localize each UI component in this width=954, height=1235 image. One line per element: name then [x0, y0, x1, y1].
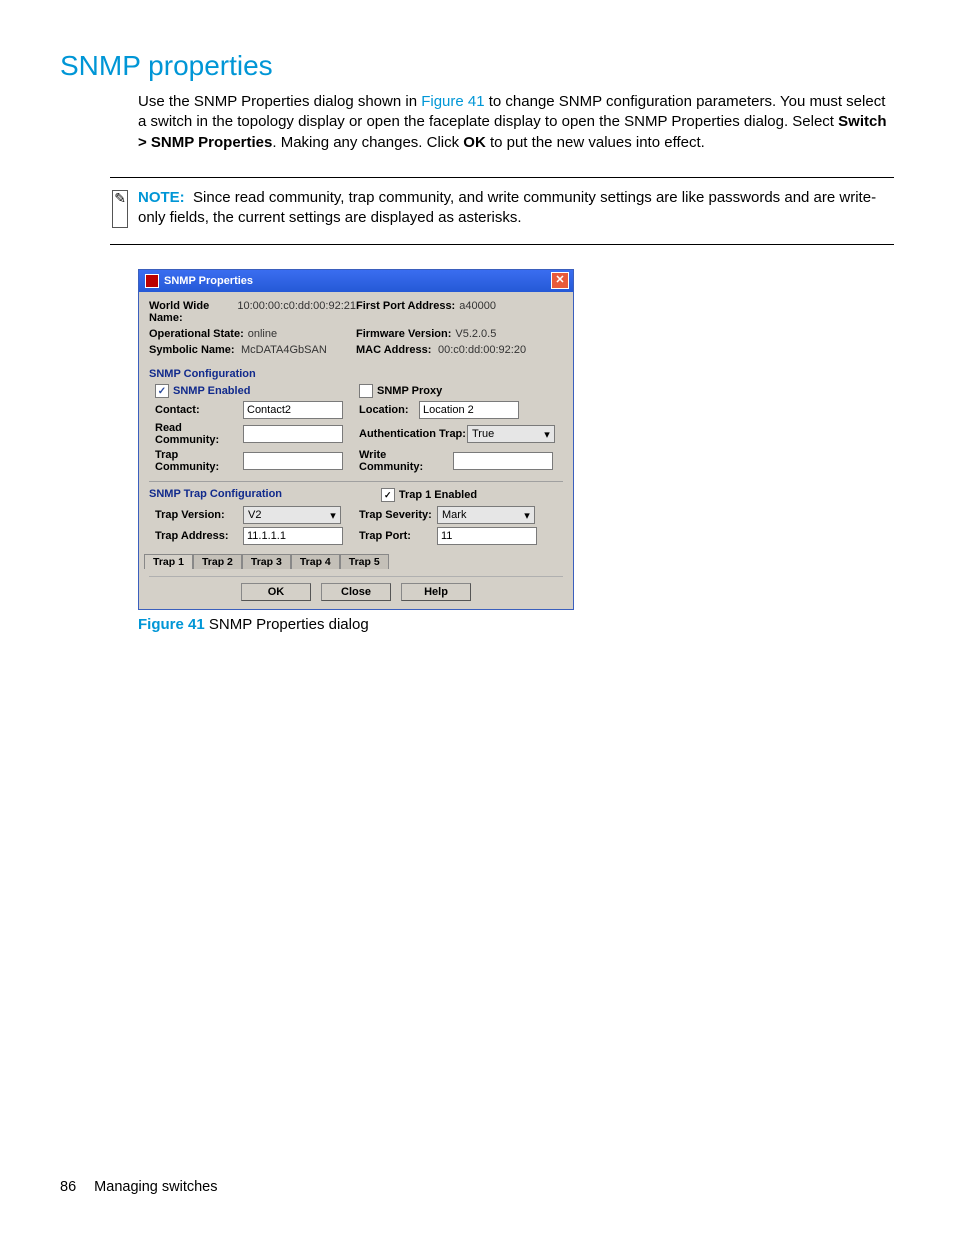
note-icon: ✎: [112, 190, 128, 229]
wwn-label: World Wide Name:: [149, 300, 233, 324]
close-icon[interactable]: ✕: [551, 272, 569, 289]
note-label: NOTE:: [138, 189, 185, 206]
opstate-label: Operational State:: [149, 328, 244, 340]
figure-reference-link[interactable]: Figure 41: [421, 93, 484, 110]
snmp-config-header: SNMP Configuration: [149, 368, 563, 380]
text: Use the SNMP Properties dialog shown in: [138, 93, 421, 110]
mac-value: 00:c0:dd:00:92:20: [438, 344, 526, 356]
page-footer: 86 Managing switches: [60, 1179, 218, 1195]
figure-text: SNMP Properties dialog: [205, 616, 369, 633]
note-block: ✎ NOTE: Since read community, trap commu…: [110, 177, 894, 246]
wwn-value: 10:00:00:c0:dd:00:92:21: [237, 300, 356, 324]
trap1-enabled-label: Trap 1 Enabled: [399, 489, 477, 501]
ok-button[interactable]: OK: [241, 583, 311, 601]
mac-label: MAC Address:: [356, 344, 434, 356]
tab-trap4[interactable]: Trap 4: [291, 554, 340, 569]
trap-community-input[interactable]: [243, 452, 343, 470]
trap-port-label: Trap Port:: [359, 530, 437, 542]
tab-trap5[interactable]: Trap 5: [340, 554, 389, 569]
snmp-proxy-label: SNMP Proxy: [377, 385, 442, 397]
section-heading: SNMP properties: [60, 50, 894, 82]
auth-trap-value: True: [472, 428, 494, 440]
trap-port-input[interactable]: 11: [437, 527, 537, 545]
trap-severity-value: Mark: [442, 509, 466, 521]
tab-trap1[interactable]: Trap 1: [144, 554, 193, 569]
auth-trap-combo[interactable]: True ▾: [467, 425, 555, 443]
trap-address-input[interactable]: 11.1.1.1: [243, 527, 343, 545]
contact-input[interactable]: Contact2: [243, 401, 343, 419]
chevron-down-icon: ▾: [520, 508, 534, 522]
trap1-enabled-checkbox[interactable]: ✓: [381, 488, 395, 502]
trap-tabs: Trap 1 Trap 2 Trap 3 Trap 4 Trap 5: [144, 554, 563, 569]
write-community-input[interactable]: [453, 452, 553, 470]
intro-paragraph: Use the SNMP Properties dialog shown in …: [138, 92, 894, 153]
first-port-label: First Port Address:: [356, 300, 455, 324]
chevron-down-icon: ▾: [540, 427, 554, 441]
text: . Making any changes. Click: [272, 134, 463, 151]
chevron-down-icon: ▾: [326, 508, 340, 522]
note-text: Since read community, trap community, an…: [138, 189, 876, 226]
page-number: 86: [60, 1179, 76, 1195]
close-button[interactable]: Close: [321, 583, 391, 601]
trap-version-label: Trap Version:: [155, 509, 243, 521]
trap-community-label: Trap Community:: [155, 449, 243, 473]
write-community-label: Write Community:: [359, 449, 453, 473]
text: to put the new values into effect.: [486, 134, 705, 151]
trap-version-value: V2: [248, 509, 261, 521]
figure-caption: Figure 41 SNMP Properties dialog: [138, 616, 894, 633]
figure-number: Figure 41: [138, 616, 205, 633]
location-label: Location:: [359, 404, 419, 416]
trap-severity-label: Trap Severity:: [359, 509, 437, 521]
trap-address-label: Trap Address:: [155, 530, 243, 542]
snmp-proxy-checkbox[interactable]: [359, 384, 373, 398]
dialog-titlebar[interactable]: SNMP Properties ✕: [139, 270, 573, 292]
location-input[interactable]: Location 2: [419, 401, 519, 419]
auth-trap-label: Authentication Trap:: [359, 428, 467, 440]
read-community-input[interactable]: [243, 425, 343, 443]
read-community-label: Read Community:: [155, 422, 243, 446]
tab-trap2[interactable]: Trap 2: [193, 554, 242, 569]
trap-severity-combo[interactable]: Mark ▾: [437, 506, 535, 524]
symname-label: Symbolic Name:: [149, 344, 237, 356]
dialog-title: SNMP Properties: [164, 275, 253, 287]
trap-version-combo[interactable]: V2 ▾: [243, 506, 341, 524]
opstate-value: online: [248, 328, 277, 340]
contact-label: Contact:: [155, 404, 243, 416]
trap-config-header: SNMP Trap Configuration: [149, 488, 381, 502]
first-port-value: a40000: [459, 300, 496, 324]
symname-value: McDATA4GbSAN: [241, 344, 327, 356]
tab-trap3[interactable]: Trap 3: [242, 554, 291, 569]
help-button[interactable]: Help: [401, 583, 471, 601]
fw-value: V5.2.0.5: [455, 328, 496, 340]
snmp-enabled-label: SNMP Enabled: [173, 385, 250, 397]
footer-section: Managing switches: [94, 1179, 217, 1195]
snmp-properties-dialog: SNMP Properties ✕ World Wide Name: 10:00…: [138, 269, 574, 610]
ok-ref: OK: [463, 134, 486, 151]
fw-label: Firmware Version:: [356, 328, 451, 340]
app-icon: [145, 274, 159, 288]
snmp-enabled-checkbox[interactable]: ✓: [155, 384, 169, 398]
